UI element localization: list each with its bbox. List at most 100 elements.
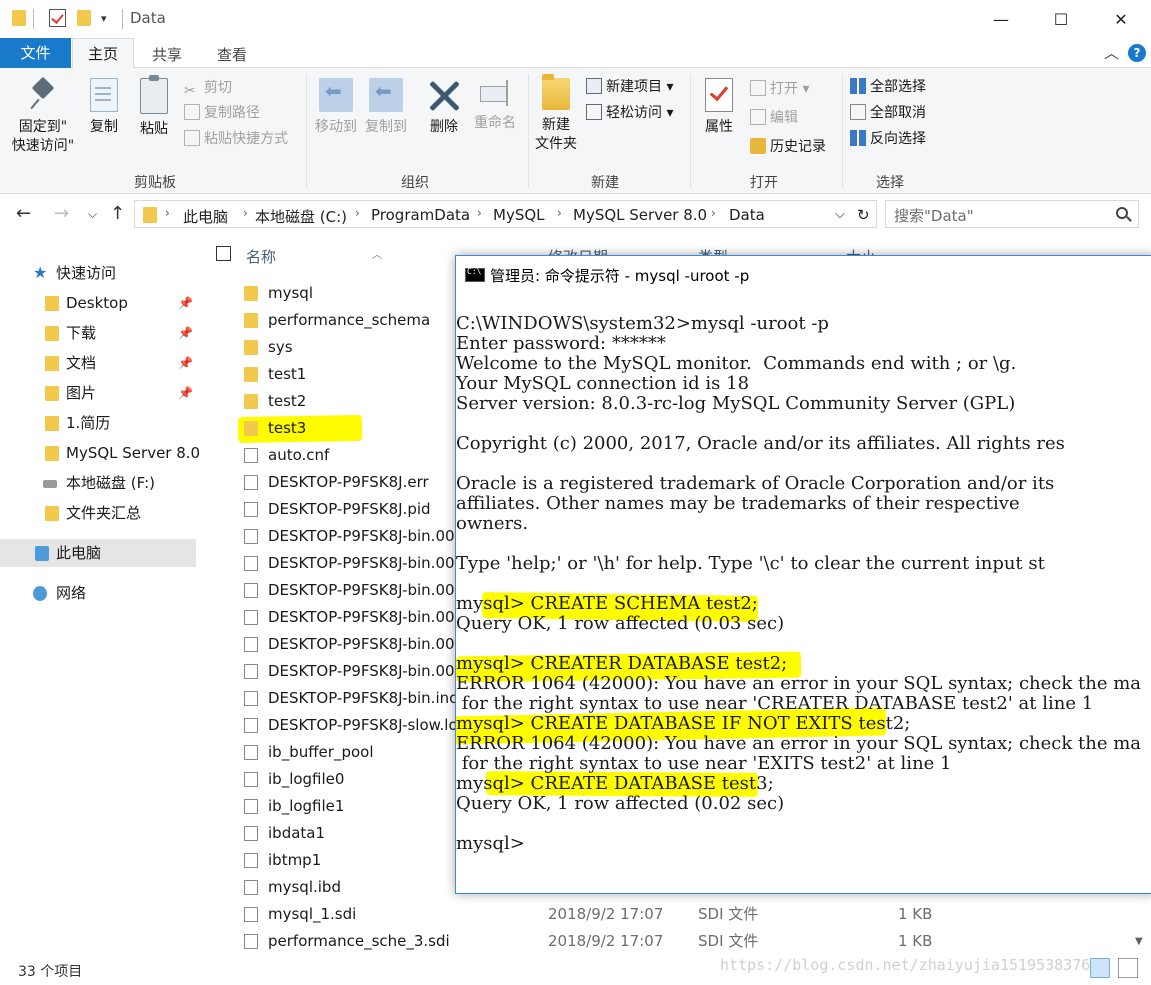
pin-icon[interactable]: 📌 — [178, 319, 193, 347]
open-label: 打开 — [770, 81, 798, 97]
breadcrumb-programdata[interactable]: ProgramData — [371, 206, 470, 224]
delete-button[interactable]: 删除 — [424, 78, 464, 137]
cmd-line: Enter password: ****** — [456, 333, 666, 354]
new-folder-button[interactable]: 新建 文件夹 — [530, 74, 582, 154]
file-name: ibdata1 — [268, 824, 326, 842]
minimize-button[interactable]: — — [971, 0, 1031, 38]
quick-access-dropdown[interactable]: ▾ — [101, 12, 107, 25]
new-item-icon — [586, 78, 602, 94]
rename-button[interactable]: 重命名 — [470, 78, 520, 133]
file-row[interactable]: mysql_1.sdi 2018/9/2 17:07 SDI 文件 1 KB — [236, 901, 936, 928]
sidebar-item-resume[interactable]: 1.简历 — [0, 409, 196, 437]
tab-share[interactable]: 共享 — [152, 44, 182, 65]
file-icon — [244, 664, 258, 679]
address-dropdown-icon[interactable]: ⌵ — [835, 207, 845, 222]
column-header-name[interactable]: 名称 ︿ — [246, 246, 382, 267]
forward-arrow-icon[interactable]: → — [54, 203, 69, 224]
copy-button[interactable]: 复制 — [84, 78, 124, 137]
item-count: 33 个项目 — [18, 964, 83, 980]
up-arrow-icon[interactable]: ↑ — [110, 203, 125, 224]
select-all-button[interactable]: 全部选择 — [850, 76, 926, 98]
breadcrumb-this-pc[interactable]: 此电脑 — [183, 206, 228, 227]
rename-label: 重命名 — [474, 115, 516, 131]
sidebar-item-desktop[interactable]: Desktop 📌 — [0, 289, 196, 317]
chevron-right-icon: › — [557, 206, 562, 220]
tab-view[interactable]: 查看 — [217, 44, 247, 65]
command-prompt-window[interactable]: 管理员: 命令提示符 - mysql -uroot -p C:\WINDOWS\… — [455, 255, 1151, 894]
file-name: DESKTOP-P9FSK8J-slow.lo — [268, 716, 458, 734]
collapse-ribbon-icon[interactable]: ︿ — [1104, 42, 1119, 63]
easy-access-button[interactable]: 轻松访问 ▾ — [586, 102, 673, 124]
paste-shortcut-button[interactable]: 粘贴快捷方式 — [184, 128, 288, 150]
new-item-button[interactable]: 新建项目 ▾ — [586, 76, 673, 98]
cmd-line: mysql> CREATE DATABASE IF NOT EXITS test… — [456, 713, 911, 734]
search-icon[interactable] — [1116, 207, 1128, 219]
sidebar-item-documents[interactable]: 文档 📌 — [0, 349, 196, 377]
invert-selection-button[interactable]: 反向选择 — [850, 128, 926, 150]
picture-icon — [45, 386, 59, 401]
move-to-label: 移动到 — [315, 119, 357, 135]
pin-icon[interactable]: 📌 — [178, 349, 193, 377]
refresh-icon[interactable]: ↻ — [857, 206, 870, 224]
address-bar[interactable]: › 此电脑 › 本地磁盘 (C:) › ProgramData › MySQL … — [134, 200, 877, 228]
cmd-line: for the right syntax to use near 'CREATE… — [456, 693, 1094, 714]
delete-icon — [427, 78, 461, 112]
back-arrow-icon[interactable]: ← — [16, 203, 31, 224]
new-folder-quick-icon[interactable] — [77, 10, 91, 26]
pin-to-quick-access-button[interactable]: 固定到" 快速访问" — [8, 78, 78, 156]
tab-file[interactable]: 文件 — [0, 38, 71, 68]
document-icon — [45, 356, 59, 371]
move-to-button[interactable]: 移动到 — [312, 78, 360, 137]
group-label-new: 新建 — [591, 175, 619, 191]
close-button[interactable]: ✕ — [1091, 0, 1151, 38]
sidebar-item-this-pc[interactable]: 此电脑 — [0, 539, 196, 567]
properties-quick-icon[interactable] — [49, 9, 66, 27]
search-input[interactable]: 搜索"Data" — [894, 205, 974, 226]
network-icon — [33, 586, 47, 601]
file-row[interactable]: performance_sche_3.sdi 2018/9/2 17:07 SDI … — [236, 928, 936, 955]
pin-icon[interactable]: 📌 — [178, 379, 193, 407]
details-view-button[interactable] — [1090, 958, 1110, 978]
group-label-select: 选择 — [876, 175, 904, 191]
open-button[interactable]: 打开 ▾ — [750, 78, 809, 100]
cmd-console[interactable]: C:\WINDOWS\system32>mysql -uroot -p Enter… — [456, 294, 1151, 893]
select-none-button[interactable]: 全部取消 — [850, 102, 926, 124]
tab-home[interactable]: 主页 — [72, 38, 134, 69]
sidebar-item-downloads[interactable]: 下载 📌 — [0, 319, 196, 347]
new-item-label: 新建项目 — [606, 79, 662, 95]
large-icons-view-button[interactable] — [1118, 958, 1138, 978]
paste-button[interactable]: 粘贴 — [134, 75, 174, 139]
sidebar-item-folder-summary[interactable]: 文件夹汇总 — [0, 499, 196, 527]
help-icon[interactable]: ? — [1128, 44, 1146, 62]
select-all-checkbox[interactable] — [216, 246, 231, 261]
history-button[interactable]: 历史记录 — [750, 136, 826, 158]
recent-locations-icon[interactable]: ⌵ — [88, 207, 97, 222]
new-folder-label-2: 文件夹 — [535, 136, 577, 152]
cmd-line: mysql> CREATE DATABASE test3; — [456, 773, 774, 794]
sidebar-item-pictures[interactable]: 图片 📌 — [0, 379, 196, 407]
scroll-down-icon[interactable]: ▼ — [1135, 936, 1143, 947]
cmd-title-bar[interactable]: 管理员: 命令提示符 - mysql -uroot -p — [456, 256, 1151, 294]
group-label-clipboard: 剪贴板 — [134, 175, 176, 191]
cut-button[interactable]: ✂ 剪切 — [184, 77, 232, 99]
file-name: ib_logfile0 — [268, 770, 345, 788]
file-name: DESKTOP-P9FSK8J-bin.000 — [268, 608, 465, 626]
copy-to-button[interactable]: 复制到 — [362, 78, 410, 137]
pin-icon[interactable]: 📌 — [178, 289, 193, 317]
search-box[interactable]: 搜索"Data" — [885, 200, 1139, 228]
edit-button[interactable]: 编辑 — [750, 107, 798, 129]
maximize-button[interactable]: ☐ — [1031, 0, 1091, 38]
breadcrumb-mysql-server[interactable]: MySQL Server 8.0 — [573, 206, 707, 224]
breadcrumb-local-disk-c[interactable]: 本地磁盘 (C:) — [255, 206, 347, 227]
sidebar-item-network[interactable]: 网络 — [0, 579, 196, 607]
sidebar-item-mysql-server[interactable]: MySQL Server 8.0 — [0, 439, 200, 467]
breadcrumb-data[interactable]: Data — [729, 206, 765, 224]
sidebar-item-quick-access[interactable]: ★ 快速访问 — [0, 259, 196, 287]
invert-selection-icon — [850, 130, 866, 146]
copy-path-button[interactable]: 复制路径 — [184, 102, 260, 124]
properties-button[interactable]: 属性 — [698, 78, 740, 137]
breadcrumb-mysql[interactable]: MySQL — [493, 206, 545, 224]
file-name: test3 — [268, 419, 307, 437]
sidebar-item-local-disk-f[interactable]: 本地磁盘 (F:) — [0, 469, 196, 497]
move-to-icon — [319, 78, 353, 112]
